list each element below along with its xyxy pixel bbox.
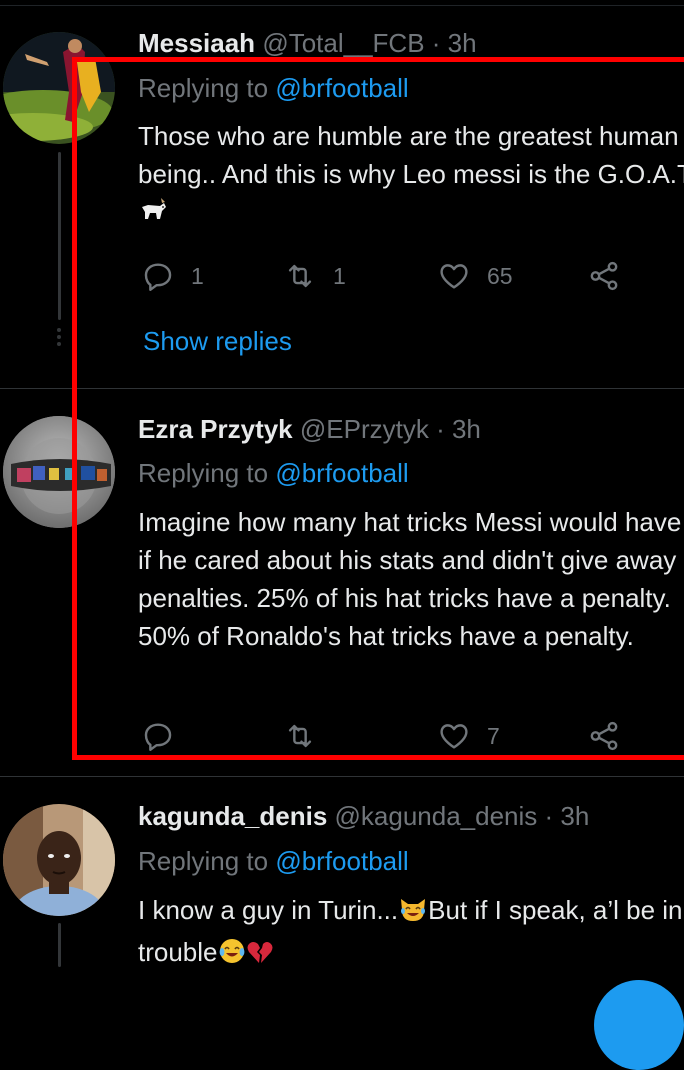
handle-time: @kagunda_denis · 3h bbox=[334, 801, 590, 831]
crying-laughing-emoji bbox=[218, 937, 246, 975]
display-name[interactable]: Messiaah bbox=[138, 28, 255, 58]
broken-heart-emoji bbox=[246, 937, 274, 975]
avatar-kagunda[interactable] bbox=[3, 804, 115, 916]
mention-link[interactable]: @brfootball bbox=[275, 846, 408, 876]
tweet-kagunda[interactable]: kagunda_denis @kagunda_denis · 3h Replyi… bbox=[0, 777, 684, 1005]
tweet-text: I know a guy in Turin... But if I speak, … bbox=[138, 891, 684, 975]
handle-time: @Total__FCB · 3h bbox=[262, 28, 477, 58]
tweet-text-part1: I know a guy in Turin... bbox=[138, 895, 399, 925]
thread-line bbox=[58, 923, 61, 967]
red-highlight-box bbox=[72, 57, 684, 760]
thread-dots bbox=[57, 328, 62, 349]
compose-button[interactable] bbox=[594, 980, 684, 1070]
thread-line bbox=[58, 152, 61, 320]
laughing-cat-emoji bbox=[398, 895, 428, 933]
replying-prefix: Replying to bbox=[138, 846, 276, 876]
replying-to: Replying to @brfootball bbox=[138, 846, 409, 876]
display-name[interactable]: kagunda_denis bbox=[138, 801, 327, 831]
tweet-header: Messiaah @Total__FCB · 3h bbox=[138, 28, 477, 58]
tweet-header: kagunda_denis @kagunda_denis · 3h bbox=[138, 801, 589, 831]
